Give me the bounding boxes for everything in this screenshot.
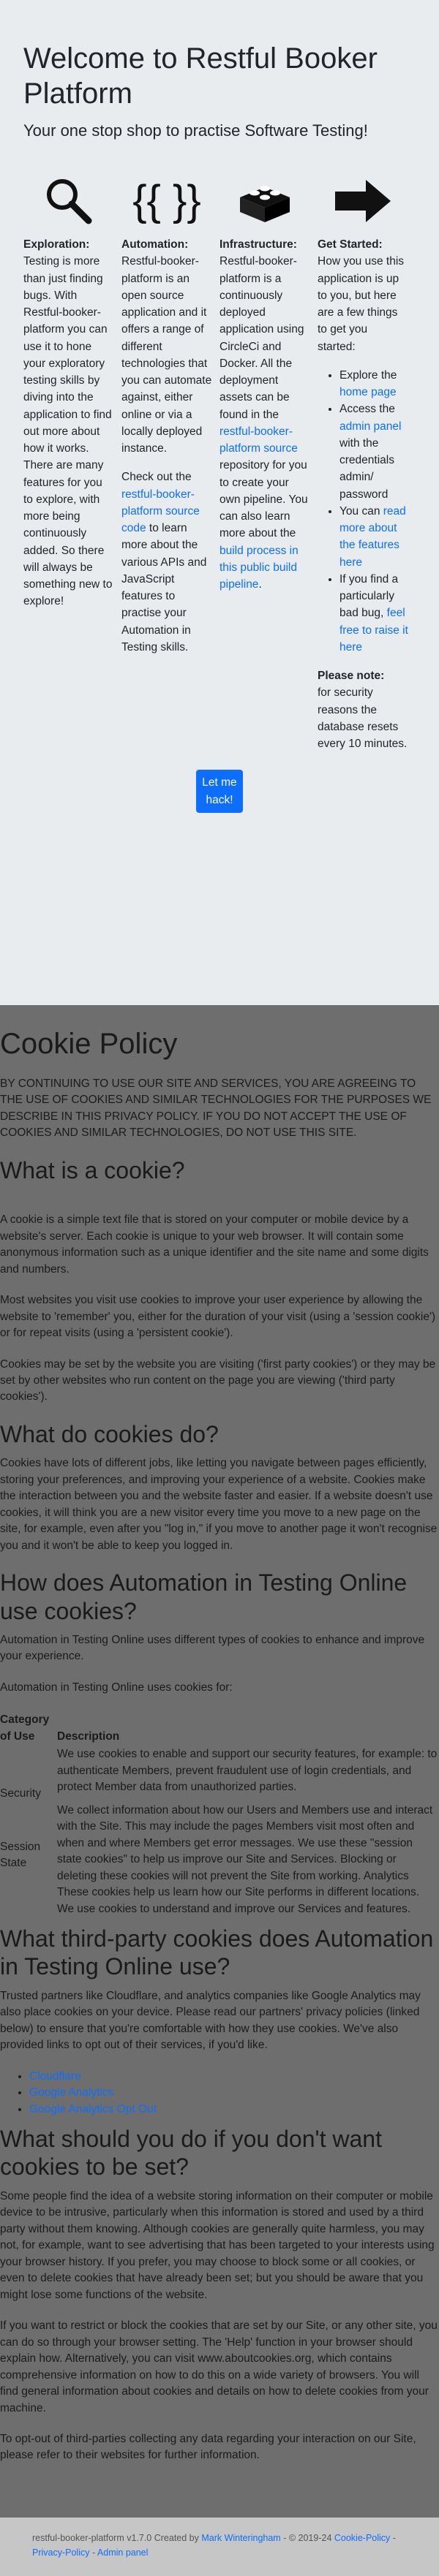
automation-heading: Automation:	[121, 238, 189, 251]
exploration-text: Testing is more than just finding bugs. …	[23, 255, 113, 608]
list-item: You can read more about the features her…	[339, 503, 408, 571]
table-row: Session State We collect information abo…	[0, 1803, 433, 1915]
lego-brick-icon	[220, 172, 310, 230]
cookie-usage-table: Category of Use Description Security We …	[0, 1711, 439, 1917]
cookie-policy-title: Cookie Policy	[0, 1028, 178, 1060]
infrastructure-heading: Infrastructure:	[220, 238, 297, 251]
list-item: Access the admin panel with the credenti…	[339, 401, 408, 503]
arrow-right-icon	[318, 172, 408, 230]
how-cookies-used-heading: How does Automation in Testing Online us…	[0, 1569, 408, 1624]
hero-section: Welcome to Restful Booker Platform Your …	[0, 0, 439, 1005]
privacy-policy-link[interactable]: Privacy-Policy	[32, 2547, 90, 2558]
automation-text: Restful-booker-platform is an open sourc…	[121, 255, 212, 455]
cookie-policy-section: Cookie Policy BY CONTINUING TO USE OUR S…	[0, 1026, 439, 2479]
exploration-heading: Exploration:	[23, 238, 90, 251]
google-analytics-opt-out-link[interactable]: Google Analytics Opt Out	[29, 2103, 157, 2115]
let-me-hack-button[interactable]: Let me hack!	[196, 770, 243, 813]
what-do-cookies-do-heading: What do cookies do?	[0, 1420, 219, 1447]
list-item: Cloudflare	[29, 2069, 439, 2085]
get-started-heading: Get Started:	[318, 238, 383, 251]
get-started-list: Explore the home page Access the admin p…	[318, 367, 408, 656]
admin-panel-link[interactable]: admin panel	[339, 420, 401, 433]
table-header: Description	[57, 1730, 120, 1743]
author-link[interactable]: Mark Winteringham	[201, 2533, 280, 2543]
table-row: Security We use cookies to enable and su…	[0, 1748, 438, 1800]
page-subtitle: Your one stop shop to practise Software …	[23, 121, 368, 140]
policy-intro: BY CONTINUING TO USE OUR SITE AND SERVIC…	[0, 1077, 432, 1140]
page-title: Welcome to Restful Booker Platform	[23, 42, 378, 110]
get-started-column: Get Started: How you use this application…	[318, 172, 416, 764]
cookie-policy-link[interactable]: Cookie-Policy	[334, 2533, 390, 2543]
list-item: Google Analytics	[29, 2085, 439, 2101]
feature-columns: Exploration: Testing is more than just fi…	[23, 172, 416, 764]
code-braces-icon: {{ }}	[121, 172, 212, 230]
third-party-heading: What third-party cookies does Automation…	[0, 1925, 434, 1980]
what-is-cookie-heading: What is a cookie?	[0, 1156, 185, 1183]
cloudflare-link[interactable]: Cloudflare	[29, 2070, 81, 2083]
source-repo-link[interactable]: restful-booker-platform source	[220, 425, 298, 455]
note-heading: Please note:	[318, 670, 385, 682]
admin-panel-footer-link[interactable]: Admin panel	[97, 2547, 149, 2558]
dont-want-cookies-heading: What should you do if you don't want coo…	[0, 2126, 382, 2181]
home-page-link[interactable]: home page	[339, 386, 397, 398]
infrastructure-column: Infrastructure: Restful-booker-platform i…	[220, 172, 318, 764]
google-analytics-link[interactable]: Google Analytics	[29, 2086, 113, 2099]
footer: restful-booker-platform v1.7.0 Created b…	[0, 2518, 439, 2576]
magnifier-icon	[23, 172, 114, 230]
third-party-links: Cloudflare Google Analytics Google Analy…	[0, 2069, 439, 2118]
list-item: Explore the home page	[339, 367, 408, 401]
automation-column: {{ }} Automation: Restful-booker-platform…	[121, 172, 220, 764]
svg-text:{{ }}: {{ }}	[132, 177, 201, 224]
list-item: Google Analytics Opt Out	[29, 2102, 439, 2118]
exploration-column: Exploration: Testing is more than just fi…	[23, 172, 121, 764]
list-item: If you find a particularly bad bug, feel…	[339, 571, 408, 656]
table-header: Category of Use	[0, 1713, 50, 1743]
